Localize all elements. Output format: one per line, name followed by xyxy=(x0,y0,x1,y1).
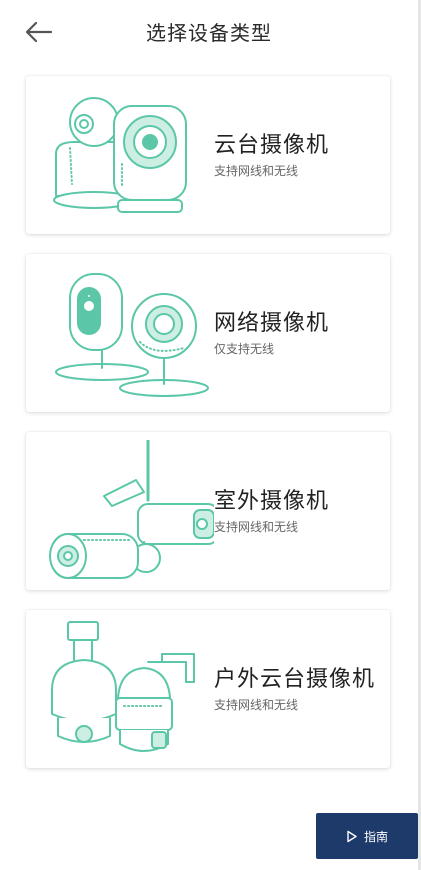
device-desc: 仅支持无线 xyxy=(214,342,275,356)
device-text: 室外摄像机 支持网线和无线 xyxy=(214,488,329,535)
device-name: 云台摄像机 xyxy=(214,133,330,158)
guide-button[interactable]: 指南 xyxy=(316,813,418,859)
device-desc: 支持网线和无线 xyxy=(214,520,299,534)
device-desc: 支持网线和无线 xyxy=(214,698,299,712)
network-camera-icon xyxy=(55,273,209,397)
page-title: 选择设备类型 xyxy=(146,21,272,45)
device-name: 户外云台摄像机 xyxy=(214,667,376,692)
device-name: 网络摄像机 xyxy=(214,311,330,336)
guide-label: 指南 xyxy=(363,829,388,844)
device-text: 网络摄像机 仅支持无线 xyxy=(214,310,329,357)
device-desc: 支持网线和无线 xyxy=(214,164,299,178)
header: 选择设备类型 xyxy=(0,0,418,64)
device-text: 户外云台摄像机 支持网线和无线 xyxy=(214,666,375,713)
device-card-outdoor-ptz[interactable]: 户外云台摄像机 支持网线和无线 xyxy=(26,610,390,768)
device-card-pan-tilt[interactable]: 云台摄像机 支持网线和无线 xyxy=(26,76,390,234)
outdoor-camera-icon xyxy=(49,440,214,579)
pan-tilt-camera-icon xyxy=(53,97,187,213)
outdoor-ptz-camera-icon xyxy=(51,621,195,752)
play-triangle-icon xyxy=(347,830,357,842)
device-card-network[interactable]: 网络摄像机 仅支持无线 xyxy=(26,254,390,412)
device-text: 云台摄像机 支持网线和无线 xyxy=(214,132,329,179)
device-card-outdoor[interactable]: 室外摄像机 支持网线和无线 xyxy=(26,432,390,590)
device-name: 室外摄像机 xyxy=(214,489,330,514)
